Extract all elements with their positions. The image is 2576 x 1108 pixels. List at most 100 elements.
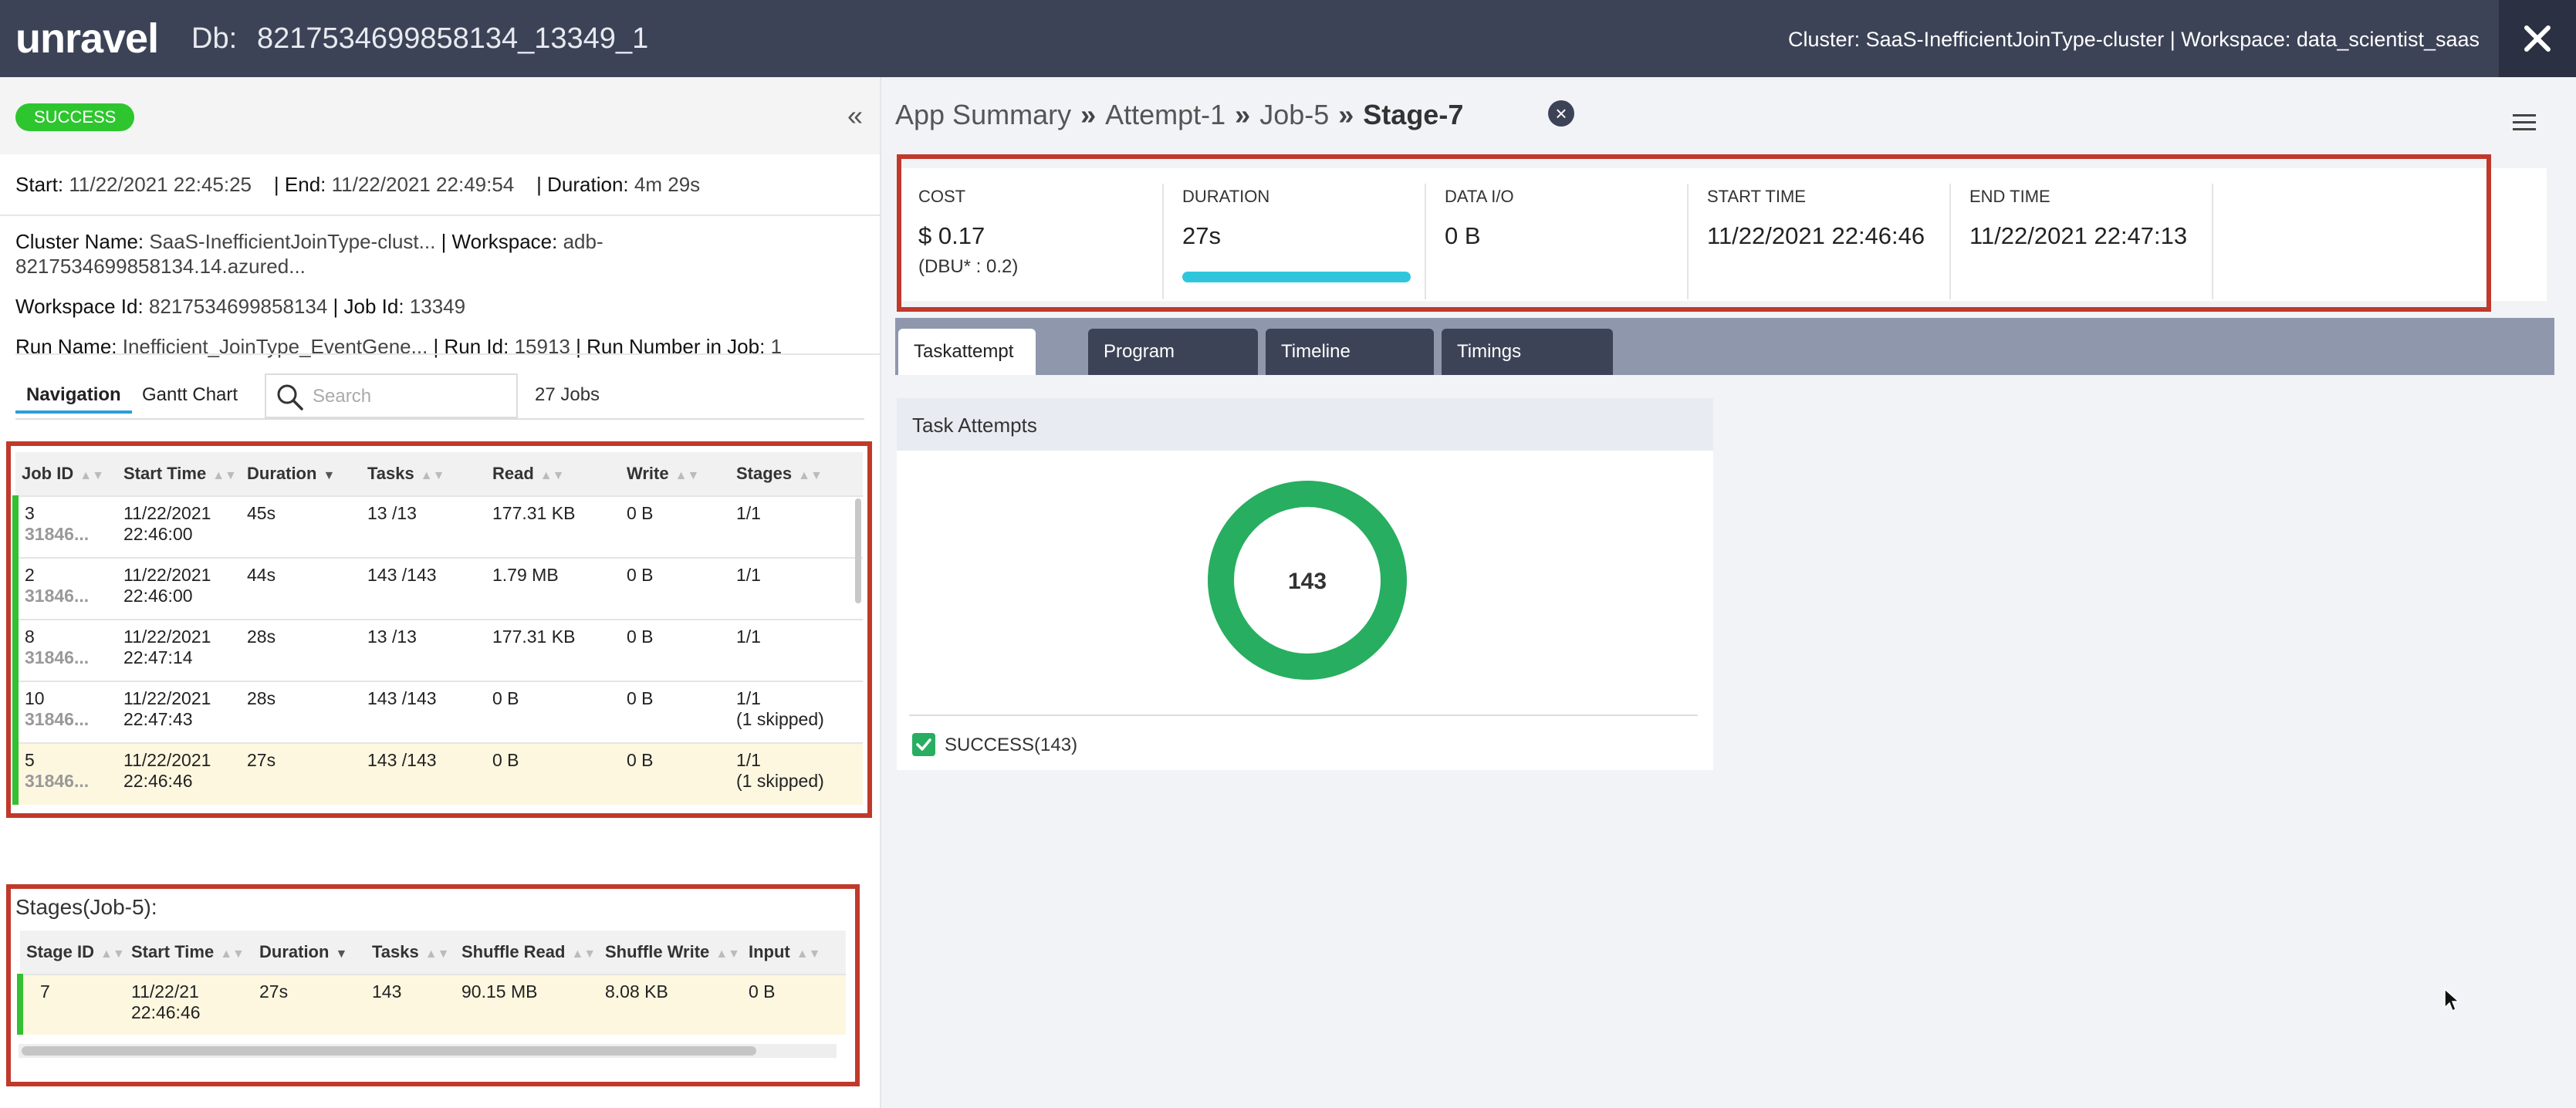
sort-icon[interactable]: ▲▼ <box>100 948 125 961</box>
workspace-line2: 8217534699858134.14.azured... <box>15 255 306 279</box>
task-attempts-header: Task Attempts <box>897 398 1713 451</box>
breadcrumb-separator: » <box>1080 99 1097 130</box>
collapse-panel-icon[interactable]: « <box>847 100 863 131</box>
sort-icon[interactable]: ▲▼ <box>540 469 565 482</box>
sort-icon[interactable]: ▲▼ <box>798 469 823 482</box>
tab-timings[interactable]: Timings <box>1442 329 1613 375</box>
job-read: 177.31 KB <box>486 495 620 558</box>
tab-gantt-chart[interactable]: Gantt Chart <box>131 380 248 410</box>
close-button[interactable] <box>2499 0 2576 77</box>
hamburger-menu-icon[interactable] <box>2513 113 2536 133</box>
task-attempts-donut: 143 <box>1208 481 1407 680</box>
stage-input: 0 B <box>742 974 846 1035</box>
sort-icon[interactable]: ▲▼ <box>212 469 237 482</box>
cluster-workspace-info: Cluster: SaaS-InefficientJoinType-cluste… <box>1788 28 2480 51</box>
tab-timeline[interactable]: Timeline <box>1266 329 1434 375</box>
tab-taskattempt[interactable]: Taskattempt <box>898 329 1036 375</box>
success-checkbox[interactable] <box>912 733 935 756</box>
col-label: Duration <box>247 464 317 483</box>
job-start-cell: 11/22/2021 22:47:14 <box>117 619 241 681</box>
breadcrumb-separator: » <box>1338 99 1354 130</box>
job-search[interactable]: Search <box>265 373 518 418</box>
job-sub-id: 31846... <box>25 524 90 544</box>
nav-underline <box>15 418 864 420</box>
col-shuffle-write[interactable]: Shuffle Write ▲▼ <box>599 931 742 975</box>
job-read: 0 B <box>486 742 620 805</box>
cluster-info: Cluster Name: SaaS-InefficientJoinType-c… <box>15 230 603 254</box>
divider <box>0 215 880 216</box>
col-job-id[interactable]: Job ID ▲▼ <box>15 452 117 496</box>
col-duration[interactable]: Duration ▼ <box>241 452 361 496</box>
col-label: Tasks <box>367 464 414 483</box>
col-write[interactable]: Write ▲▼ <box>620 452 730 496</box>
close-icon <box>2524 25 2551 52</box>
stage-row[interactable]: 7 11/22/21 22:46:46 27s 143 90.15 MB 8.08… <box>17 974 846 1035</box>
col-stages[interactable]: Stages ▲▼ <box>730 452 863 496</box>
sort-icon[interactable]: ▲▼ <box>220 948 245 961</box>
sort-icon[interactable]: ▲▼ <box>571 948 596 961</box>
job-write: 0 B <box>620 742 730 805</box>
stages-hscroll-thumb[interactable] <box>22 1046 756 1056</box>
stage-start-time: 22:46:46 <box>131 1002 201 1022</box>
job-start-cell: 11/22/2021 22:46:00 <box>117 495 241 558</box>
sort-icon[interactable]: ▲▼ <box>796 948 821 961</box>
stages-title: Stages(Job-5): <box>15 895 157 919</box>
sort-desc-icon[interactable]: ▼ <box>335 948 347 961</box>
breadcrumb-job[interactable]: Job-5 <box>1259 99 1329 130</box>
job-stages-cell: 1/1 (1 skipped) <box>730 742 863 805</box>
job-read: 0 B <box>486 681 620 743</box>
job-row[interactable]: 8 31846... 11/22/2021 22:47:14 28s 13 /13 177.… <box>12 619 863 681</box>
col-start-time[interactable]: Start Time ▲▼ <box>117 452 241 496</box>
close-stage-icon[interactable]: × <box>1548 100 1574 127</box>
col-tasks[interactable]: Tasks ▲▼ <box>361 452 486 496</box>
db-label: Db: <box>191 22 238 55</box>
col-label: Shuffle Read <box>461 942 566 961</box>
jobs-count: 27 Jobs <box>535 384 600 405</box>
sort-icon[interactable]: ▲▼ <box>79 469 104 482</box>
sort-desc-icon[interactable]: ▼ <box>323 469 335 482</box>
workspace-label: | Workspace: <box>441 230 558 253</box>
status-badge: SUCCESS <box>15 103 135 131</box>
col-duration[interactable]: Duration ▼ <box>253 931 366 975</box>
col-stage-id[interactable]: Stage ID ▲▼ <box>20 931 125 975</box>
job-row[interactable]: 2 31846... 11/22/2021 22:46:00 44s 143 /143 1.… <box>12 557 863 620</box>
workspace-id-row: Workspace Id: 8217534699858134 | Job Id:… <box>15 295 465 319</box>
job-tasks: 143 /143 <box>361 557 486 620</box>
job-row[interactable]: 10 31846... 11/22/2021 22:47:43 28s 143 /143 0… <box>12 681 863 743</box>
stage-shuffle-write: 8.08 KB <box>599 974 742 1035</box>
job-row[interactable]: 3 31846... 11/22/2021 22:46:00 45s 13 /13 177.… <box>12 495 863 558</box>
sort-icon[interactable]: ▲▼ <box>421 469 445 482</box>
sort-icon[interactable]: ▲▼ <box>425 948 450 961</box>
job-write: 0 B <box>620 619 730 681</box>
tab-program[interactable]: Program <box>1088 329 1258 375</box>
col-read[interactable]: Read ▲▼ <box>486 452 620 496</box>
search-input[interactable]: Search <box>313 386 371 407</box>
col-input[interactable]: Input ▲▼ <box>742 931 846 975</box>
col-label: Duration <box>259 942 330 961</box>
job-id-cell: 10 31846... <box>12 681 117 743</box>
sort-icon[interactable]: ▲▼ <box>715 948 740 961</box>
col-start-time[interactable]: Start Time ▲▼ <box>125 931 253 975</box>
sort-icon[interactable]: ▲▼ <box>675 469 700 482</box>
job-start-date: 11/22/2021 <box>123 750 211 770</box>
col-label: Tasks <box>372 942 419 961</box>
job-stages-cell: 1/1 <box>730 495 863 558</box>
col-tasks[interactable]: Tasks ▲▼ <box>366 931 455 975</box>
job-stages: 1/1 <box>736 750 761 770</box>
job-start-cell: 11/22/2021 22:47:43 <box>117 681 241 743</box>
jobs-table-scrollbar[interactable] <box>855 498 861 603</box>
job-stages: 1/1 <box>736 688 761 708</box>
col-label: Read <box>492 464 534 483</box>
job-start-date: 11/22/2021 <box>123 627 211 647</box>
job-row[interactable]: 5 31846... 11/22/2021 22:46:46 27s 143 /143 0 … <box>12 742 863 805</box>
col-label: Write <box>627 464 669 483</box>
job-sub-id: 31846... <box>25 771 90 791</box>
breadcrumb-app-summary[interactable]: App Summary <box>895 99 1071 130</box>
job-start-cell: 11/22/2021 22:46:46 <box>117 742 241 805</box>
col-shuffle-read[interactable]: Shuffle Read ▲▼ <box>455 931 599 975</box>
start-value: 11/22/2021 22:45:25 <box>69 173 252 196</box>
breadcrumb-attempt[interactable]: Attempt-1 <box>1105 99 1225 130</box>
job-duration: 44s <box>241 557 361 620</box>
tab-navigation[interactable]: Navigation <box>15 380 132 414</box>
job-start-time: 22:46:46 <box>123 771 193 791</box>
